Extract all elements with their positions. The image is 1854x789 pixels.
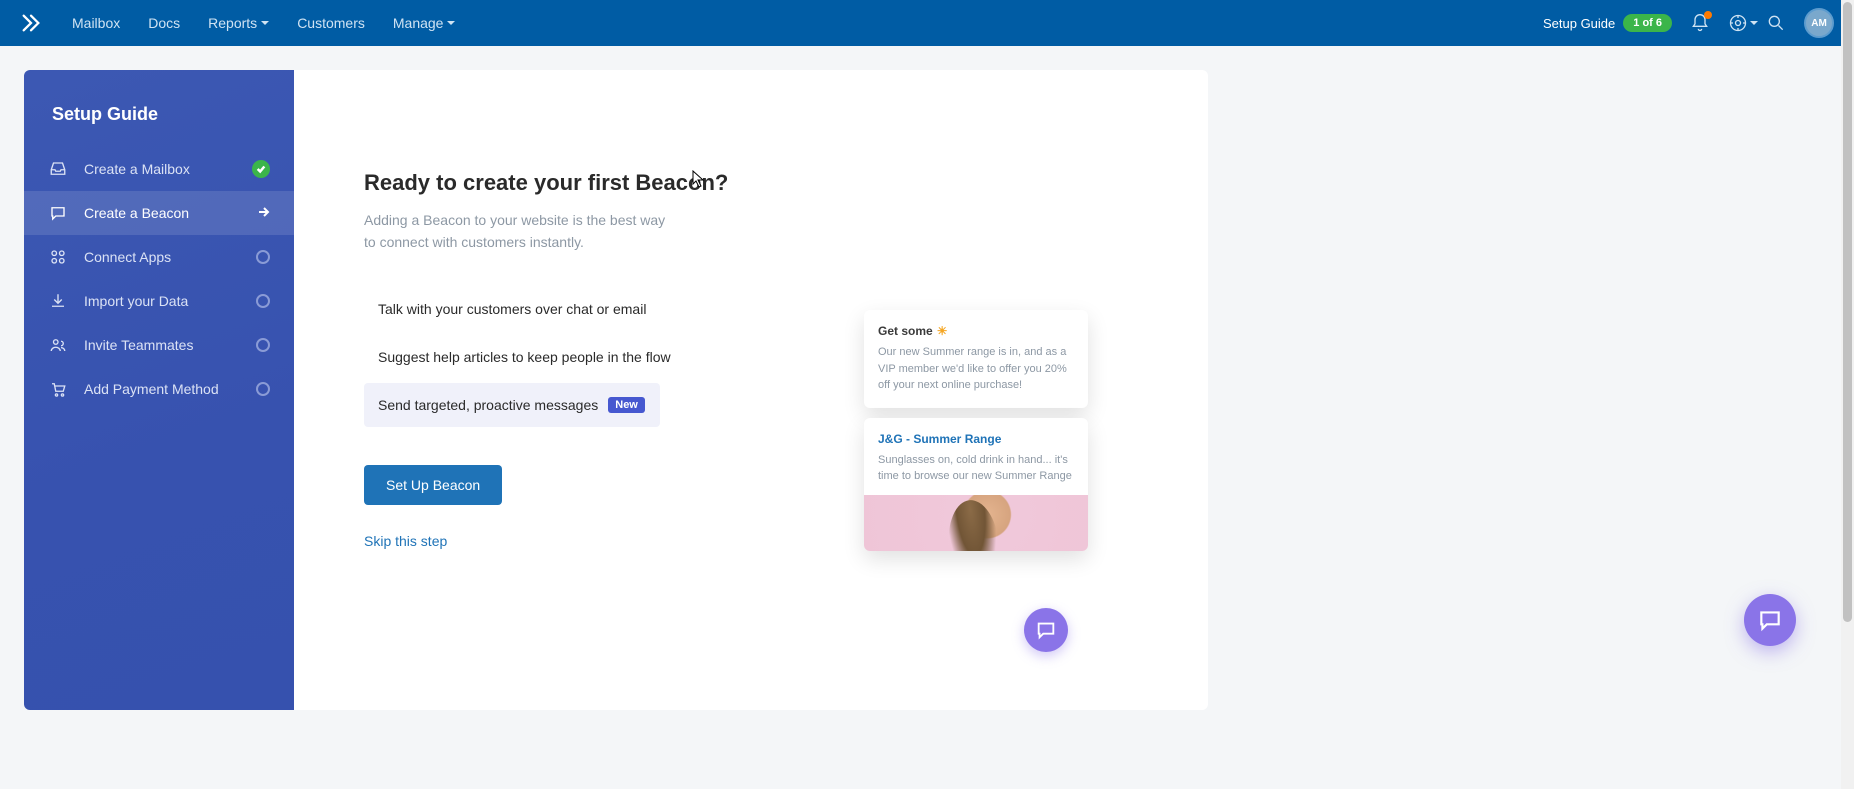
check-icon (252, 160, 270, 178)
sidebar-item-label: Create a Beacon (84, 205, 240, 221)
top-nav-right: Setup Guide 1 of 6 AM (1543, 8, 1834, 38)
apps-icon (48, 247, 68, 267)
sun-icon: ☀ (937, 324, 948, 338)
users-icon (48, 335, 68, 355)
preview-card-2-body: Sunglasses on, cold drink in hand... it'… (878, 452, 1074, 485)
sidebar-item-create-beacon[interactable]: Create a Beacon (24, 191, 294, 235)
sidebar-item-import-data[interactable]: Import your Data (24, 279, 294, 323)
preview-card-2-title: J&G - Summer Range (878, 432, 1074, 446)
feature-chat: Talk with your customers over chat or em… (364, 287, 784, 331)
arrow-right-icon (256, 205, 270, 222)
chevron-down-icon (447, 21, 455, 25)
chat-fab[interactable] (1744, 594, 1796, 646)
setup-beacon-button[interactable]: Set Up Beacon (364, 465, 502, 505)
search-button[interactable] (1766, 13, 1786, 33)
nav-docs[interactable]: Docs (148, 15, 180, 31)
setup-guide-badge: 1 of 6 (1623, 14, 1672, 32)
sidebar-item-invite-teammates[interactable]: Invite Teammates (24, 323, 294, 367)
nav-manage-label: Manage (393, 15, 444, 31)
sidebar-item-create-mailbox[interactable]: Create a Mailbox (24, 147, 294, 191)
setup-guide-link[interactable]: Setup Guide 1 of 6 (1543, 14, 1672, 32)
nav-customers[interactable]: Customers (297, 15, 365, 31)
inbox-icon (48, 159, 68, 179)
preview-card-1: Get some ☀ Our new Summer range is in, a… (864, 310, 1088, 408)
nav-mailbox[interactable]: Mailbox (72, 15, 120, 31)
status-circle (256, 338, 270, 352)
preview-card-2-image (864, 495, 1088, 551)
nav-reports[interactable]: Reports (208, 15, 269, 31)
status-circle (256, 382, 270, 396)
sidebar-item-label: Add Payment Method (84, 381, 240, 397)
page-heading: Ready to create your first Beacon? (364, 170, 784, 196)
main-content: Ready to create your first Beacon? Addin… (294, 70, 1208, 710)
feature-messages: Send targeted, proactive messages New (364, 383, 660, 427)
new-badge: New (608, 397, 645, 413)
top-nav: Mailbox Docs Reports Customers Manage Se… (0, 0, 1854, 46)
preview-card-1-title: Get some ☀ (878, 324, 1074, 338)
sidebar-item-add-payment[interactable]: Add Payment Method (24, 367, 294, 411)
preview-card-1-body: Our new Summer range is in, and as a VIP… (878, 344, 1074, 394)
sidebar-item-label: Create a Mailbox (84, 161, 236, 177)
logo-icon[interactable] (20, 12, 42, 34)
download-icon (48, 291, 68, 311)
nav-manage[interactable]: Manage (393, 15, 456, 31)
status-circle (256, 294, 270, 308)
page-subtitle: Adding a Beacon to your website is the b… (364, 210, 674, 253)
notifications-button[interactable] (1690, 13, 1710, 33)
page: Setup Guide Create a Mailbox Create a Be… (0, 46, 1854, 710)
chevron-down-icon (1750, 21, 1758, 25)
sidebar-title: Setup Guide (24, 94, 294, 147)
sidebar-item-label: Import your Data (84, 293, 240, 309)
chevron-down-icon (261, 21, 269, 25)
sidebar-item-connect-apps[interactable]: Connect Apps (24, 235, 294, 279)
setup-guide-sidebar: Setup Guide Create a Mailbox Create a Be… (24, 70, 294, 710)
avatar[interactable]: AM (1804, 8, 1834, 38)
preview-card-2: J&G - Summer Range Sunglasses on, cold d… (864, 418, 1088, 551)
chat-icon (48, 203, 68, 223)
nav-links: Mailbox Docs Reports Customers Manage (72, 15, 455, 31)
beacon-preview-fab[interactable] (1024, 608, 1068, 652)
help-button[interactable] (1728, 13, 1748, 33)
skip-step-link[interactable]: Skip this step (364, 533, 447, 549)
feature-articles: Suggest help articles to keep people in … (364, 335, 784, 379)
sidebar-item-label: Connect Apps (84, 249, 240, 265)
notification-dot (1704, 11, 1712, 19)
feature-messages-label: Send targeted, proactive messages (378, 397, 598, 413)
nav-reports-label: Reports (208, 15, 257, 31)
beacon-preview: Get some ☀ Our new Summer range is in, a… (864, 310, 1088, 561)
scrollbar-thumb[interactable] (1843, 2, 1852, 622)
cart-icon (48, 379, 68, 399)
setup-guide-label: Setup Guide (1543, 16, 1615, 31)
sidebar-item-label: Invite Teammates (84, 337, 240, 353)
status-circle (256, 250, 270, 264)
scrollbar[interactable] (1841, 0, 1854, 789)
